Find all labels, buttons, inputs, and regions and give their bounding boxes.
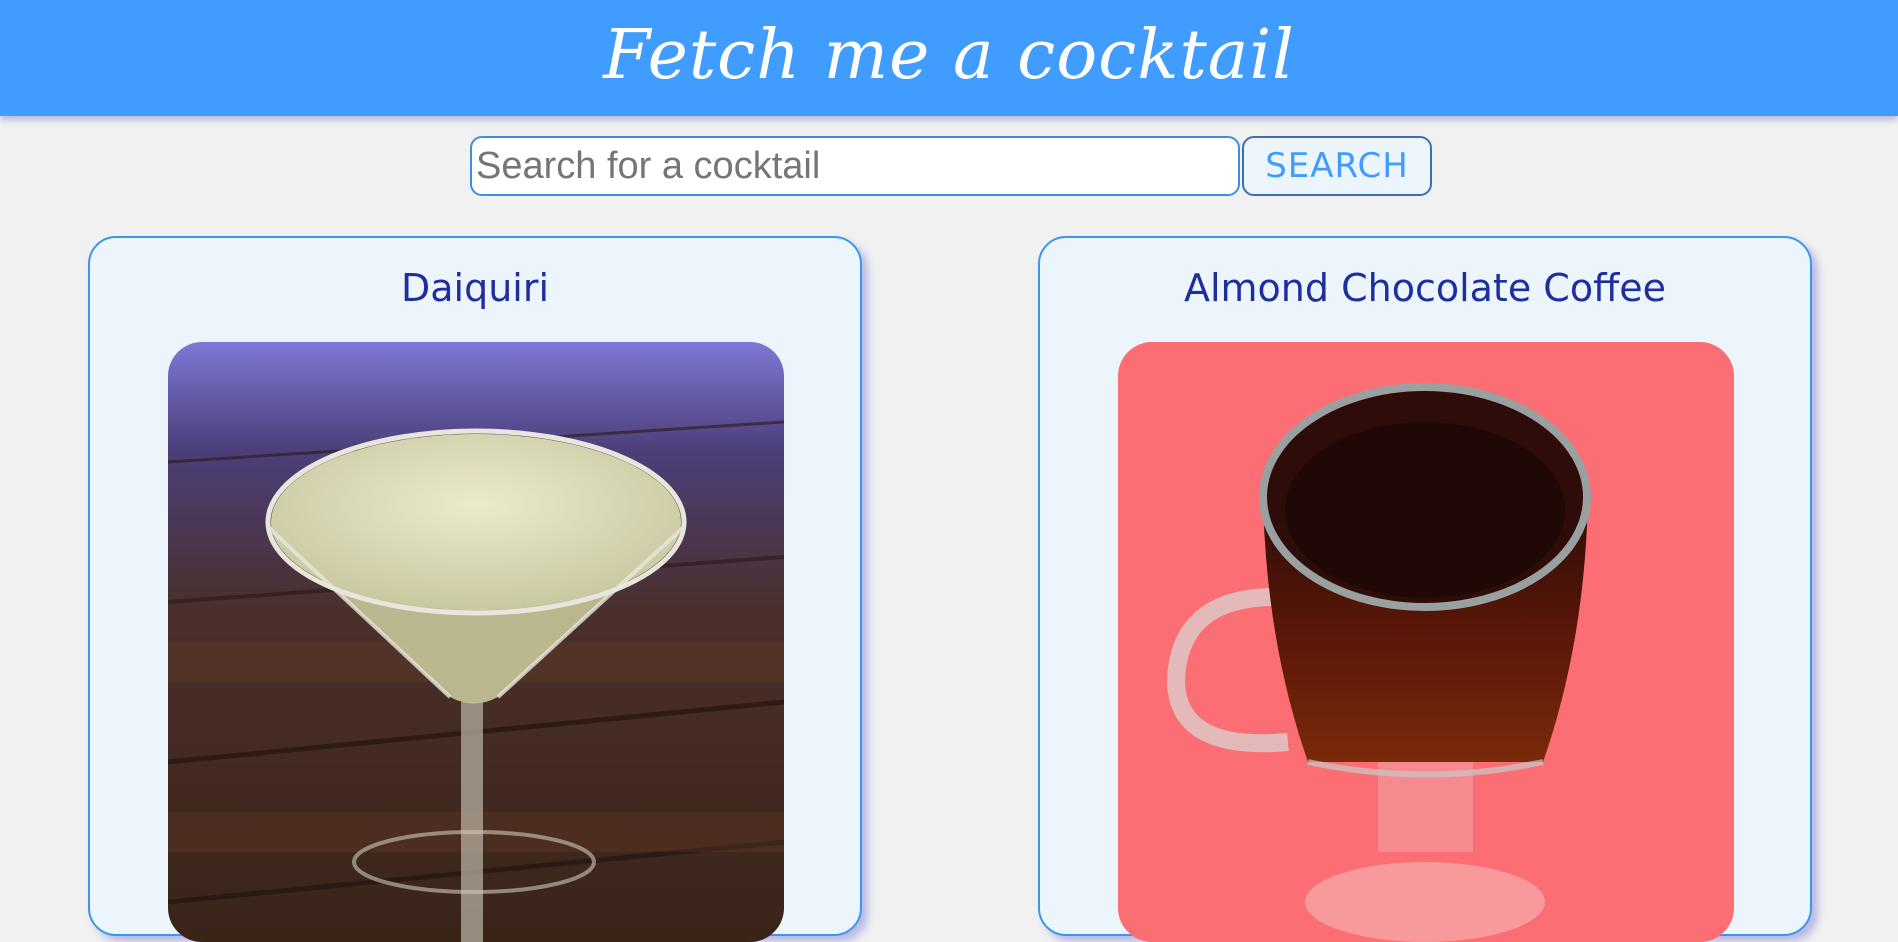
cocktail-name: Daiquiri xyxy=(400,266,550,310)
cocktail-card-almond-chocolate-coffee[interactable]: Almond Chocolate Coffee xyxy=(1038,236,1812,942)
search-button[interactable]: SEARCH xyxy=(1242,136,1432,196)
search-bar: SEARCH xyxy=(470,136,1432,196)
cocktail-name: Almond Chocolate Coffee xyxy=(1183,266,1667,310)
cocktail-image[interactable] xyxy=(168,342,784,942)
search-input[interactable] xyxy=(470,136,1240,196)
daiquiri-photo xyxy=(168,342,784,942)
almond-chocolate-coffee-photo xyxy=(1118,342,1734,942)
cocktail-card-daiquiri[interactable]: Daiquiri xyxy=(88,236,862,942)
app-title: Fetch me a cocktail xyxy=(603,15,1295,95)
app-header: Fetch me a cocktail xyxy=(0,0,1898,116)
cocktail-image[interactable] xyxy=(1118,342,1734,942)
